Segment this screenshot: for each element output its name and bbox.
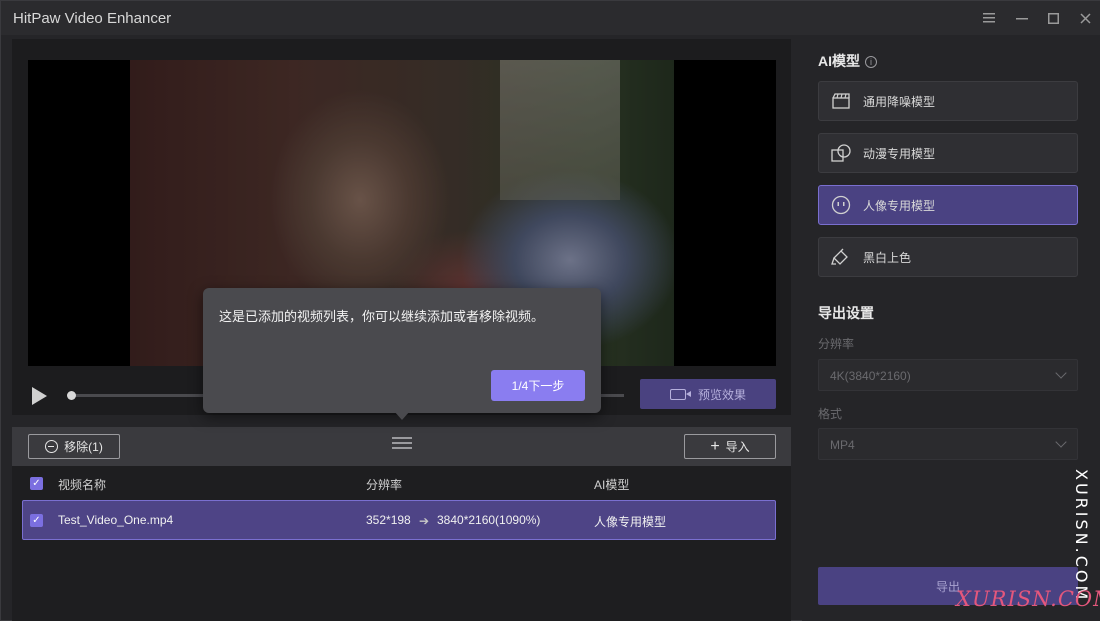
header-name: 视频名称 — [58, 478, 107, 492]
minus-circle-icon — [45, 440, 59, 453]
arrow-right-icon: ➔ — [419, 514, 430, 528]
header-resolution: 分辨率 — [366, 478, 403, 492]
row-checkbox[interactable]: ✓ — [30, 514, 43, 527]
format-select[interactable]: MP4 — [818, 428, 1078, 460]
watermark-vertical: XURISN.COM — [1072, 469, 1091, 603]
model-label: 通用降噪模型 — [863, 94, 936, 109]
row-res-to: 3840*2160(1090%) — [437, 513, 541, 527]
import-label: 导入 — [725, 440, 750, 454]
table-header: ✓ 视频名称 分辨率 AI模型 — [12, 473, 791, 493]
minimize-icon[interactable] — [1007, 1, 1037, 35]
import-button[interactable]: + 导入 — [684, 434, 776, 459]
video-list-panel: 移除(1) + 导入 ✓ 视频名称 分辨率 AI模型 ✓ Test_Video_… — [12, 427, 791, 621]
face-icon — [831, 195, 851, 215]
next-step-button[interactable]: 1/4下一步 — [491, 370, 585, 401]
preview-label: 预览效果 — [697, 387, 746, 402]
model-anime[interactable]: 动漫专用模型 — [818, 133, 1078, 173]
row-model: 人像专用模型 — [594, 515, 667, 529]
clapperboard-icon — [831, 91, 851, 111]
export-settings-title: 导出设置 — [818, 305, 874, 321]
maximize-icon[interactable] — [1038, 1, 1068, 35]
menu-icon[interactable] — [974, 1, 1004, 35]
format-value: MP4 — [830, 438, 855, 452]
ai-model-title-text: AI模型 — [818, 53, 860, 69]
video-camera-icon — [669, 388, 691, 400]
chevron-down-icon — [1055, 436, 1067, 448]
model-general-denoise[interactable]: 通用降噪模型 — [818, 81, 1078, 121]
table-row[interactable]: ✓ Test_Video_One.mp4 352*198 ➔ 3840*2160… — [22, 500, 776, 540]
list-toolbar: 移除(1) + 导入 — [12, 427, 791, 466]
drag-handle-icon[interactable] — [392, 437, 412, 453]
app-window: HitPaw Video Enhancer 预览效果 这是已添加的视频列表，你可… — [0, 0, 1100, 621]
model-portrait[interactable]: 人像专用模型 — [818, 185, 1078, 225]
model-label: 动漫专用模型 — [863, 146, 936, 161]
onboarding-tooltip: 这是已添加的视频列表，你可以继续添加或者移除视频。 1/4下一步 — [203, 288, 601, 420]
plus-icon: + — [710, 437, 720, 455]
select-all-checkbox[interactable]: ✓ — [30, 477, 43, 490]
header-model: AI模型 — [594, 478, 630, 492]
tooltip-message: 这是已添加的视频列表，你可以继续添加或者移除视频。 — [219, 309, 545, 324]
model-colorize[interactable]: 黑白上色 — [818, 237, 1078, 277]
format-label: 格式 — [818, 407, 843, 421]
remove-button[interactable]: 移除(1) — [28, 434, 120, 459]
window-title: HitPaw Video Enhancer — [13, 10, 172, 27]
ai-model-title: AI模型 i — [818, 51, 877, 71]
resolution-select[interactable]: 4K(3840*2160) — [818, 359, 1078, 391]
row-res-from: 352*198 — [366, 513, 411, 527]
paint-bucket-icon — [831, 247, 851, 267]
title-bar: HitPaw Video Enhancer — [1, 1, 1100, 35]
model-label: 人像专用模型 — [863, 198, 936, 213]
tooltip-arrow — [394, 411, 410, 420]
close-icon[interactable] — [1070, 1, 1100, 35]
resolution-label: 分辨率 — [818, 337, 855, 351]
remove-label: 移除(1) — [64, 440, 103, 454]
chevron-down-icon — [1055, 367, 1067, 379]
model-label: 黑白上色 — [863, 250, 912, 265]
resolution-value: 4K(3840*2160) — [830, 369, 911, 383]
preview-button[interactable]: 预览效果 — [640, 379, 776, 409]
info-icon[interactable]: i — [865, 56, 877, 68]
watermark-horizontal: XURISN.COM — [956, 587, 1100, 611]
row-file-name: Test_Video_One.mp4 — [58, 513, 174, 527]
anime-icon — [831, 143, 851, 163]
seek-handle[interactable] — [67, 391, 76, 400]
play-icon[interactable] — [32, 387, 47, 405]
settings-sidebar: AI模型 i 通用降噪模型 动漫专用模型 人像专用模型 黑白上色 导出设置 分辨… — [802, 35, 1100, 621]
